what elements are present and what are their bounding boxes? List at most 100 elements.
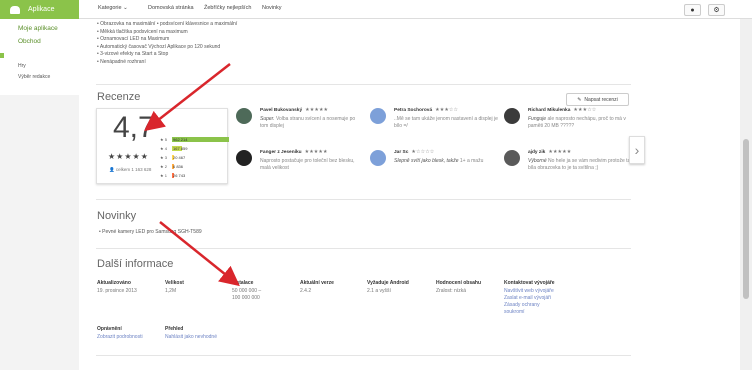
updated-value: 19. prosince 2013 xyxy=(97,288,137,294)
contact-label: Kontaktovat vývojáře xyxy=(504,280,555,286)
review-text: ..Mě se tam ukáže jenom nastavení a disp… xyxy=(394,116,498,129)
permissions-link[interactable]: Zobrazit podrobnosti xyxy=(97,334,143,341)
content-rating-label: Hodnocení obsahu xyxy=(436,280,481,286)
write-review-button[interactable]: ✎ Napsat recenzi xyxy=(566,93,629,106)
developer-email-link[interactable]: Zaslat e-mail vývojáři xyxy=(504,295,551,302)
next-reviews-button[interactable]: › xyxy=(629,136,645,164)
review-stars: ★★★☆☆ xyxy=(435,108,459,113)
android-value: 2.1 a vyšší xyxy=(367,288,391,294)
review-card[interactable]: ajdy zik ★★★★★ Výborné No hele ja se vám n… xyxy=(504,150,634,188)
report-label: Přehled xyxy=(165,326,184,332)
sidebar: Moje aplikace Obchod Hry Výběr redakce xyxy=(0,19,79,95)
rating-bar-count: 20 467 xyxy=(173,154,186,160)
report-link[interactable]: Nahlásit jako nevhodné xyxy=(165,334,217,341)
rating-bar: 20 467 xyxy=(172,154,185,160)
rating-bar: 167 859 xyxy=(172,145,187,151)
rating-bar-count: 26 743 xyxy=(173,172,186,178)
review-text: Super. Volba stranu svícení a nosemuje p… xyxy=(260,116,356,129)
android-icon xyxy=(10,5,20,14)
scrollbar-thumb[interactable] xyxy=(743,139,749,299)
apps-tab-label: Aplikace xyxy=(28,6,55,13)
review-stars: ★★★★★ xyxy=(305,108,329,113)
review-text: Výborné No hele ja se vám nedivim protož… xyxy=(528,158,631,171)
review-author: Pavel Bukovanský ★★★★★ xyxy=(260,108,329,113)
content-rating-value: Zralost: nízká xyxy=(436,288,467,294)
review-text: Slepně svítí jako blesk, takže 1+ a mažu xyxy=(394,158,484,164)
gear-icon: ⚙ xyxy=(713,7,720,14)
privacy-policy-link[interactable]: soukromí xyxy=(504,309,525,316)
review-author: Fanger z Jeseníku ★★★★★ xyxy=(260,150,328,155)
additional-info-title: Další informace xyxy=(97,258,174,270)
rating-bar: 6 836 xyxy=(172,163,183,169)
person-icon: 👤 xyxy=(109,167,115,172)
rating-bar-count: 6 836 xyxy=(173,163,184,169)
apps-tab[interactable]: Aplikace xyxy=(0,0,79,19)
nav-home[interactable]: Domovská stránka xyxy=(148,5,194,11)
developer-website-link[interactable]: Navštívit web vývojáře xyxy=(504,288,554,295)
divider xyxy=(96,84,631,85)
chevron-right-icon: › xyxy=(634,142,640,158)
feature-item: • Obrazovka na maximální • podsvícení kl… xyxy=(97,21,238,27)
rating-score: 4,7 xyxy=(113,111,155,144)
version-label: Aktuální verze xyxy=(300,280,334,286)
privacy-policy-link[interactable]: Zásady ochrany xyxy=(504,302,540,309)
nav-new[interactable]: Novinky xyxy=(262,5,282,11)
android-label: Vyžaduje Android xyxy=(367,280,409,286)
feature-item: • Automatický časovač Výchozí Aplikace p… xyxy=(97,43,221,50)
rating-bar-label: ★ 1 xyxy=(160,172,167,178)
review-stars: ★☆☆☆☆ xyxy=(411,150,435,155)
rating-summary: 4,7 ★★★★★ 👤 celkem 1 163 628 ★ 5 962 214 ★… xyxy=(96,108,229,184)
rating-bar-row: ★ 1 26 743 xyxy=(160,172,185,178)
review-stars: ★★★☆☆ xyxy=(573,108,597,113)
rating-bar-row: ★ 5 962 214 xyxy=(160,136,229,142)
review-card[interactable]: Jar Sc ★☆☆☆☆ Slepně svítí jako blesk, takž… xyxy=(370,150,500,188)
updated-label: Aktualizováno xyxy=(97,280,131,286)
news-item: • Pevné kamery LED pro Samsung SGH-T589 xyxy=(99,229,202,235)
rating-bar-row: ★ 4 167 859 xyxy=(160,145,187,151)
avatar xyxy=(504,108,520,124)
top-bar: Aplikace Kategorie ⌄ Domovská stránka Že… xyxy=(0,0,752,19)
rating-bar-count: 962 214 xyxy=(173,136,188,142)
nav-top-charts[interactable]: Žebříčky nejlepších xyxy=(204,5,251,11)
rating-bar-label: ★ 3 xyxy=(160,154,167,160)
rating-stars: ★★★★★ xyxy=(108,152,149,161)
divider xyxy=(96,199,631,200)
review-card[interactable]: Pavel Bukovanský ★★★★★ Super. Volba stranu… xyxy=(236,108,366,146)
avatar xyxy=(236,108,252,124)
scrollbar[interactable] xyxy=(740,19,752,370)
sidebar-item-my-apps[interactable]: Moje aplikace xyxy=(18,25,58,32)
rating-bar: 962 214 xyxy=(172,136,229,142)
avatar xyxy=(370,108,386,124)
installs-value: 100 000 000 xyxy=(232,295,260,301)
review-card[interactable]: Fanger z Jeseníku ★★★★★ Naprosto postačuj… xyxy=(236,150,366,188)
review-card[interactable]: Petra Sochorová ★★★☆☆ ..Mě se tam ukáže j… xyxy=(370,108,500,146)
installs-label: Instalace xyxy=(232,280,254,286)
size-value: 1,2M xyxy=(165,288,177,294)
review-text: Naprosto postačuje pro toleční bez blesk… xyxy=(260,158,355,171)
sidebar-item-games[interactable]: Hry xyxy=(18,63,26,69)
rating-bar-label: ★ 5 xyxy=(160,136,167,142)
rating-bar: 26 743 xyxy=(172,172,185,178)
rating-bar-row: ★ 3 20 467 xyxy=(160,154,185,160)
main-content: • Obrazovka na maximální • podsvícení kl… xyxy=(79,19,740,370)
divider xyxy=(96,248,631,249)
review-author: ajdy zik ★★★★★ xyxy=(528,150,572,155)
avatar xyxy=(236,150,252,166)
review-text: Funguje ale naprosto nechápu, proč to má… xyxy=(528,116,626,129)
sidebar-item-editors[interactable]: Výběr redakce xyxy=(18,74,50,80)
settings-button[interactable]: ⚙ xyxy=(708,4,725,16)
divider xyxy=(96,355,631,356)
review-author: Jar Sc ★☆☆☆☆ xyxy=(394,150,435,155)
sidebar-active-indicator xyxy=(0,53,4,58)
review-stars: ★★★★★ xyxy=(304,150,328,155)
rating-bar-count: 167 859 xyxy=(173,145,188,151)
nav-categories[interactable]: Kategorie ⌄ xyxy=(98,5,128,11)
news-title: Novinky xyxy=(97,210,137,222)
rating-bar-label: ★ 2 xyxy=(160,163,167,169)
review-card[interactable]: Richard Mikulenka ★★★☆☆ Funguje ale napros… xyxy=(504,108,634,146)
help-button[interactable]: ● xyxy=(684,4,701,16)
review-stars: ★★★★★ xyxy=(548,150,572,155)
feature-list: • Obrazovka na maximální • podsvícení kl… xyxy=(97,21,237,67)
avatar xyxy=(370,150,386,166)
sidebar-item-store[interactable]: Obchod xyxy=(18,38,41,45)
